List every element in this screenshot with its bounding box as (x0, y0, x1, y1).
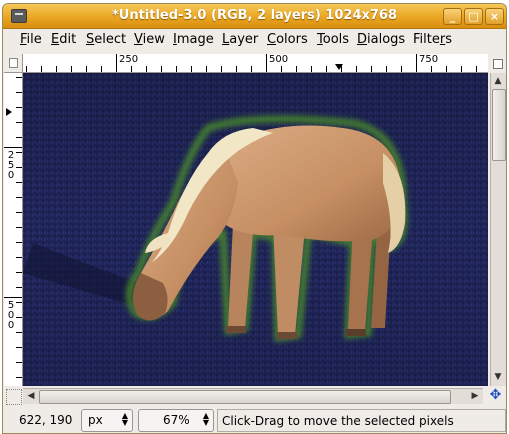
menu-image[interactable]: Image (173, 32, 214, 47)
horizontal-scrollbar[interactable]: ◀ ▶ (23, 388, 483, 404)
spin-icon: ▲ ▼ (202, 411, 209, 427)
image-window: *Untitled-3.0 (RGB, 2 layers) 1024x768 _… (2, 3, 507, 434)
ruler-label-500: 500 (269, 54, 289, 65)
menu-select[interactable]: Select (86, 32, 126, 47)
vertical-scroll-thumb[interactable] (492, 89, 506, 161)
vertical-ruler[interactable]: 250 500 (4, 73, 23, 386)
arrow-down-icon[interactable]: ▼ (491, 370, 505, 384)
zoom-value: 67% (163, 413, 190, 427)
zoom-selector[interactable]: 67% ▲ ▼ (138, 409, 214, 432)
window-title: *Untitled-3.0 (RGB, 2 layers) 1024x768 (111, 8, 398, 23)
arrow-right-icon[interactable]: ▶ (468, 389, 482, 403)
maximize-button[interactable]: □ (464, 8, 483, 25)
status-bar: 622, 190 px ▲ ▼ 67% ▲ ▼ Click-Drag to move… (3, 406, 506, 433)
ruler-label-250: 250 (119, 54, 139, 65)
menu-bar: File Edit Select View Image Layer Colors… (3, 29, 506, 51)
menu-edit[interactable]: Edit (51, 32, 76, 47)
pointer-coordinates: 622, 190 (19, 413, 73, 427)
menu-layer[interactable]: Layer (222, 32, 258, 47)
ruler-pointer-vertical (6, 108, 12, 116)
ruler-label-v250: 250 (7, 150, 15, 181)
navigate-icon[interactable]: ✥ (488, 388, 503, 403)
arrow-up-icon[interactable]: ▲ (491, 74, 505, 88)
status-message: Click-Drag to move the selected pixels (217, 409, 506, 432)
close-button[interactable]: × (485, 8, 504, 25)
horizontal-ruler[interactable]: 250 500 750 (23, 54, 488, 73)
unit-selector[interactable]: px ▲ ▼ (81, 409, 133, 432)
title-bar[interactable]: *Untitled-3.0 (RGB, 2 layers) 1024x768 _… (3, 4, 506, 29)
vertical-ruler-ticks (4, 77, 22, 378)
spin-icon: ▲ ▼ (121, 411, 128, 427)
menu-filters[interactable]: Filters (413, 32, 452, 47)
arrow-left-icon[interactable]: ◀ (24, 389, 38, 403)
vertical-scrollbar[interactable]: ▲ ▼ (490, 73, 506, 386)
horizontal-scroll-thumb[interactable] (39, 390, 451, 404)
image-canvas[interactable] (23, 73, 488, 386)
menu-dialogs[interactable]: Dialogs (357, 32, 405, 47)
menu-arrow-icon[interactable] (490, 54, 504, 72)
menu-tools[interactable]: Tools (317, 32, 349, 47)
horse-image (23, 73, 488, 386)
ruler-label-v500: 500 (7, 300, 15, 331)
minimize-button[interactable]: _ (443, 8, 462, 25)
menu-file[interactable]: File (20, 32, 42, 47)
ruler-label-750: 750 (419, 54, 439, 65)
quick-mask-icon[interactable] (4, 54, 23, 73)
menu-colors[interactable]: Colors (267, 32, 308, 47)
unit-value: px (88, 413, 103, 427)
menu-view[interactable]: View (134, 32, 165, 47)
zoom-toggle-icon[interactable] (6, 389, 22, 405)
horizontal-scrollbar-row: ◀ ▶ ✥ (4, 388, 504, 405)
